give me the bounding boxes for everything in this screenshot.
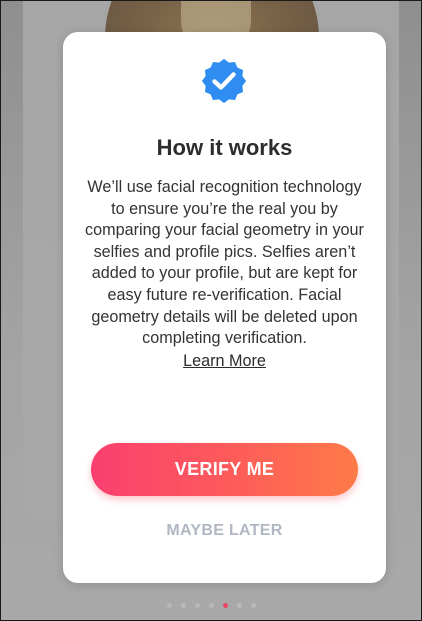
pagination-dots — [1, 603, 421, 608]
pagination-dot — [194, 603, 200, 608]
pagination-dot — [166, 603, 172, 608]
pagination-dot-active — [222, 603, 228, 608]
verify-me-button[interactable]: VERIFY ME — [91, 443, 358, 496]
verified-check-icon — [201, 58, 247, 104]
how-it-works-modal: How it works We’ll use facial recognitio… — [63, 32, 386, 583]
maybe-later-button[interactable]: MAYBE LATER — [63, 522, 386, 540]
pagination-dot — [208, 603, 214, 608]
learn-more-link[interactable]: Learn More — [183, 351, 266, 373]
pagination-dot — [250, 603, 256, 608]
modal-title: How it works — [156, 135, 293, 160]
modal-body-text: We’ll use facial recognition technology … — [85, 178, 364, 348]
pagination-dot — [180, 603, 186, 608]
modal-body: We’ll use facial recognition technology … — [83, 177, 366, 372]
pagination-dot — [236, 603, 242, 608]
app-screen: How it works We’ll use facial recognitio… — [0, 0, 422, 621]
